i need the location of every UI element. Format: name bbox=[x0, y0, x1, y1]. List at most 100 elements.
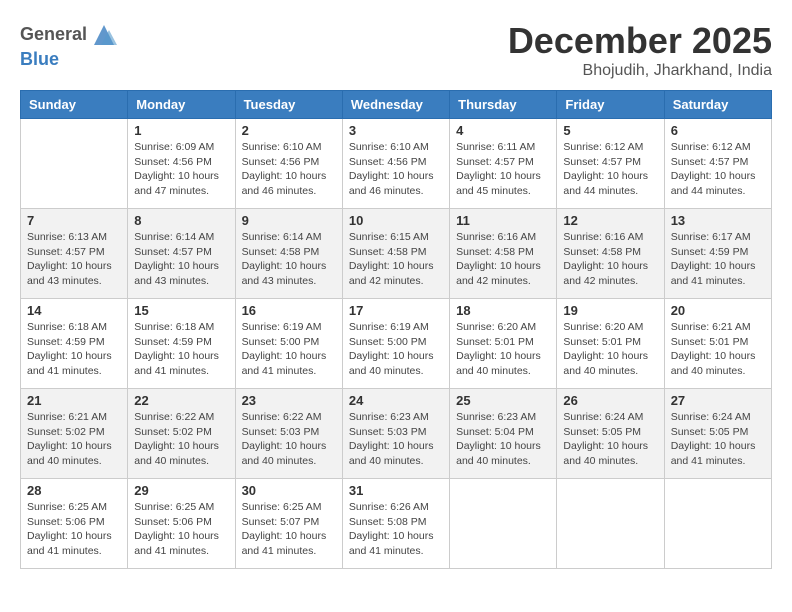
week-row-4: 21 Sunrise: 6:21 AM Sunset: 5:02 PM Dayli… bbox=[21, 389, 772, 479]
logo-general: General bbox=[20, 25, 87, 45]
day-number: 8 bbox=[134, 213, 228, 228]
calendar-cell: 24Sunrise: 6:23 AM Sunset: 5:03 PM Dayli… bbox=[342, 389, 449, 479]
calendar-cell bbox=[450, 479, 557, 569]
calendar-cell: 19 Sunrise: 6:20 AM Sunset: 5:01 PM Dayli… bbox=[557, 299, 664, 389]
calendar-cell: 15 Sunrise: 6:18 AM Sunset: 4:59 PM Dayli… bbox=[128, 299, 235, 389]
calendar-cell: 23 Sunrise: 6:22 AM Sunset: 5:03 PM Dayli… bbox=[235, 389, 342, 479]
day-number: 16 bbox=[242, 303, 336, 318]
weekday-header-sunday: Sunday bbox=[21, 91, 128, 119]
day-number: 22 bbox=[134, 393, 228, 408]
day-number: 12 bbox=[563, 213, 657, 228]
day-number: 7 bbox=[27, 213, 121, 228]
day-info: Sunrise: 6:20 AM Sunset: 5:01 PM Dayligh… bbox=[563, 320, 657, 379]
calendar-cell: 2 Sunrise: 6:10 AM Sunset: 4:56 PM Daylig… bbox=[235, 119, 342, 209]
day-info: Sunrise: 6:14 AM Sunset: 4:57 PM Dayligh… bbox=[134, 230, 228, 289]
calendar-cell: 13Sunrise: 6:17 AM Sunset: 4:59 PM Dayli… bbox=[664, 209, 771, 299]
day-info: Sunrise: 6:18 AM Sunset: 4:59 PM Dayligh… bbox=[134, 320, 228, 379]
weekday-header-thursday: Thursday bbox=[450, 91, 557, 119]
day-info: Sunrise: 6:25 AM Sunset: 5:06 PM Dayligh… bbox=[27, 500, 121, 559]
day-info: Sunrise: 6:17 AM Sunset: 4:59 PM Dayligh… bbox=[671, 230, 765, 289]
calendar-cell: 30 Sunrise: 6:25 AM Sunset: 5:07 PM Dayli… bbox=[235, 479, 342, 569]
calendar-cell: 8 Sunrise: 6:14 AM Sunset: 4:57 PM Daylig… bbox=[128, 209, 235, 299]
calendar-cell: 4Sunrise: 6:11 AM Sunset: 4:57 PM Daylig… bbox=[450, 119, 557, 209]
week-row-2: 7 Sunrise: 6:13 AM Sunset: 4:57 PM Daylig… bbox=[21, 209, 772, 299]
day-number: 2 bbox=[242, 123, 336, 138]
day-number: 11 bbox=[456, 213, 550, 228]
calendar-cell: 29Sunrise: 6:25 AM Sunset: 5:06 PM Dayli… bbox=[128, 479, 235, 569]
day-number: 26 bbox=[563, 393, 657, 408]
day-number: 21 bbox=[27, 393, 121, 408]
day-number: 19 bbox=[563, 303, 657, 318]
calendar-cell bbox=[664, 479, 771, 569]
weekday-header-saturday: Saturday bbox=[664, 91, 771, 119]
weekday-header-friday: Friday bbox=[557, 91, 664, 119]
logo: General Blue bbox=[20, 20, 119, 70]
day-info: Sunrise: 6:10 AM Sunset: 4:56 PM Dayligh… bbox=[349, 140, 443, 199]
day-number: 17 bbox=[349, 303, 443, 318]
day-number: 23 bbox=[242, 393, 336, 408]
day-info: Sunrise: 6:21 AM Sunset: 5:01 PM Dayligh… bbox=[671, 320, 765, 379]
calendar-cell: 5 Sunrise: 6:12 AM Sunset: 4:57 PM Daylig… bbox=[557, 119, 664, 209]
day-info: Sunrise: 6:13 AM Sunset: 4:57 PM Dayligh… bbox=[27, 230, 121, 289]
day-info: Sunrise: 6:19 AM Sunset: 5:00 PM Dayligh… bbox=[242, 320, 336, 379]
day-number: 18 bbox=[456, 303, 550, 318]
day-number: 31 bbox=[349, 483, 443, 498]
calendar-cell: 10 Sunrise: 6:15 AM Sunset: 4:58 PM Dayli… bbox=[342, 209, 449, 299]
weekday-header-row: SundayMondayTuesdayWednesdayThursdayFrid… bbox=[21, 91, 772, 119]
day-info: Sunrise: 6:24 AM Sunset: 5:05 PM Dayligh… bbox=[563, 410, 657, 469]
day-info: Sunrise: 6:12 AM Sunset: 4:57 PM Dayligh… bbox=[671, 140, 765, 199]
calendar-cell: 1 Sunrise: 6:09 AM Sunset: 4:56 PM Daylig… bbox=[128, 119, 235, 209]
weekday-header-tuesday: Tuesday bbox=[235, 91, 342, 119]
calendar-table: SundayMondayTuesdayWednesdayThursdayFrid… bbox=[20, 90, 772, 569]
location-title: Bhojudih, Jharkhand, India bbox=[508, 62, 772, 80]
calendar-cell: 11 Sunrise: 6:16 AM Sunset: 4:58 PM Dayli… bbox=[450, 209, 557, 299]
header: General Blue December 2025 Bhojudih, Jha… bbox=[20, 20, 772, 80]
day-number: 15 bbox=[134, 303, 228, 318]
day-number: 20 bbox=[671, 303, 765, 318]
calendar-cell: 6 Sunrise: 6:12 AM Sunset: 4:57 PM Daylig… bbox=[664, 119, 771, 209]
day-number: 9 bbox=[242, 213, 336, 228]
calendar-cell: 9 Sunrise: 6:14 AM Sunset: 4:58 PM Daylig… bbox=[235, 209, 342, 299]
day-number: 3 bbox=[349, 123, 443, 138]
day-info: Sunrise: 6:09 AM Sunset: 4:56 PM Dayligh… bbox=[134, 140, 228, 199]
day-info: Sunrise: 6:12 AM Sunset: 4:57 PM Dayligh… bbox=[563, 140, 657, 199]
calendar-cell: 31 Sunrise: 6:26 AM Sunset: 5:08 PM Dayli… bbox=[342, 479, 449, 569]
day-info: Sunrise: 6:20 AM Sunset: 5:01 PM Dayligh… bbox=[456, 320, 550, 379]
logo-icon bbox=[89, 20, 119, 50]
day-info: Sunrise: 6:15 AM Sunset: 4:58 PM Dayligh… bbox=[349, 230, 443, 289]
weekday-header-monday: Monday bbox=[128, 91, 235, 119]
day-info: Sunrise: 6:14 AM Sunset: 4:58 PM Dayligh… bbox=[242, 230, 336, 289]
title-area: December 2025 Bhojudih, Jharkhand, India bbox=[508, 20, 772, 80]
day-info: Sunrise: 6:25 AM Sunset: 5:07 PM Dayligh… bbox=[242, 500, 336, 559]
calendar-cell: 25Sunrise: 6:23 AM Sunset: 5:04 PM Dayli… bbox=[450, 389, 557, 479]
calendar-cell bbox=[21, 119, 128, 209]
calendar-cell: 12Sunrise: 6:16 AM Sunset: 4:58 PM Dayli… bbox=[557, 209, 664, 299]
day-number: 28 bbox=[27, 483, 121, 498]
day-info: Sunrise: 6:26 AM Sunset: 5:08 PM Dayligh… bbox=[349, 500, 443, 559]
day-info: Sunrise: 6:22 AM Sunset: 5:03 PM Dayligh… bbox=[242, 410, 336, 469]
day-number: 10 bbox=[349, 213, 443, 228]
day-info: Sunrise: 6:22 AM Sunset: 5:02 PM Dayligh… bbox=[134, 410, 228, 469]
calendar-cell: 3 Sunrise: 6:10 AM Sunset: 4:56 PM Daylig… bbox=[342, 119, 449, 209]
day-number: 6 bbox=[671, 123, 765, 138]
week-row-1: 1 Sunrise: 6:09 AM Sunset: 4:56 PM Daylig… bbox=[21, 119, 772, 209]
day-info: Sunrise: 6:24 AM Sunset: 5:05 PM Dayligh… bbox=[671, 410, 765, 469]
week-row-3: 14 Sunrise: 6:18 AM Sunset: 4:59 PM Dayli… bbox=[21, 299, 772, 389]
day-number: 1 bbox=[134, 123, 228, 138]
day-number: 5 bbox=[563, 123, 657, 138]
calendar-cell: 20 Sunrise: 6:21 AM Sunset: 5:01 PM Dayli… bbox=[664, 299, 771, 389]
day-info: Sunrise: 6:10 AM Sunset: 4:56 PM Dayligh… bbox=[242, 140, 336, 199]
day-info: Sunrise: 6:23 AM Sunset: 5:03 PM Dayligh… bbox=[349, 410, 443, 469]
calendar-cell: 7 Sunrise: 6:13 AM Sunset: 4:57 PM Daylig… bbox=[21, 209, 128, 299]
day-info: Sunrise: 6:21 AM Sunset: 5:02 PM Dayligh… bbox=[27, 410, 121, 469]
calendar-cell: 16 Sunrise: 6:19 AM Sunset: 5:00 PM Dayli… bbox=[235, 299, 342, 389]
day-info: Sunrise: 6:23 AM Sunset: 5:04 PM Dayligh… bbox=[456, 410, 550, 469]
day-number: 30 bbox=[242, 483, 336, 498]
day-number: 14 bbox=[27, 303, 121, 318]
day-info: Sunrise: 6:16 AM Sunset: 4:58 PM Dayligh… bbox=[456, 230, 550, 289]
day-info: Sunrise: 6:18 AM Sunset: 4:59 PM Dayligh… bbox=[27, 320, 121, 379]
calendar-cell: 28 Sunrise: 6:25 AM Sunset: 5:06 PM Dayli… bbox=[21, 479, 128, 569]
calendar-cell: 26 Sunrise: 6:24 AM Sunset: 5:05 PM Dayli… bbox=[557, 389, 664, 479]
week-row-5: 28 Sunrise: 6:25 AM Sunset: 5:06 PM Dayli… bbox=[21, 479, 772, 569]
weekday-header-wednesday: Wednesday bbox=[342, 91, 449, 119]
